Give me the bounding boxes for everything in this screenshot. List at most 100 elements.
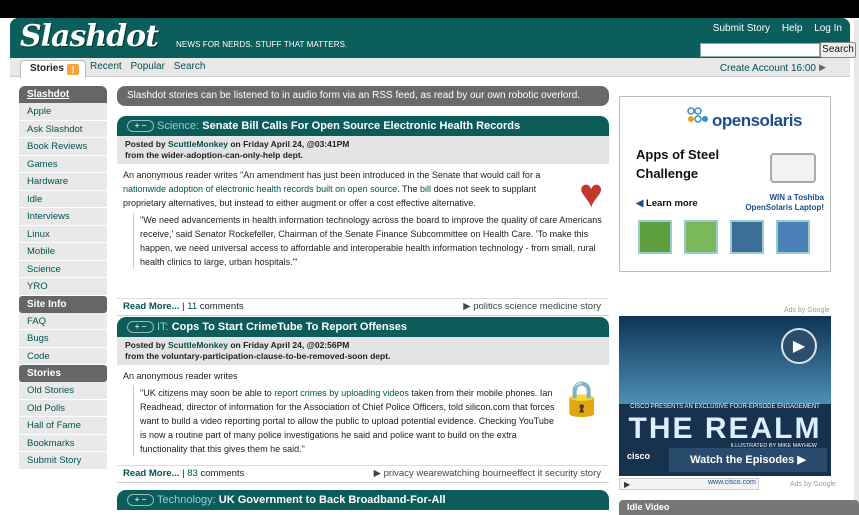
sidebar-item-old-polls[interactable]: Old Polls: [19, 399, 107, 417]
sidebar-link[interactable]: Games: [27, 159, 58, 170]
play-arrow-icon[interactable]: ▶: [819, 62, 826, 73]
ad-url[interactable]: www.cisco.com: [708, 479, 756, 486]
sidebar-item-games[interactable]: Games: [19, 155, 107, 173]
tab-stories[interactable]: Stories): [20, 60, 86, 78]
sidebar-item-idle[interactable]: Idle: [19, 190, 107, 208]
nav-search-link[interactable]: Search: [174, 61, 206, 72]
sidebar-link[interactable]: Mobile: [27, 246, 55, 257]
sidebar-link[interactable]: YRO: [27, 281, 48, 292]
read-more-link[interactable]: Read More...: [123, 468, 180, 479]
idle-video-panel[interactable]: Idle Video: [619, 500, 859, 515]
sidebar-item-interviews[interactable]: Interviews: [19, 208, 107, 226]
learn-more-link[interactable]: ◀ Learn more: [636, 198, 698, 209]
opensolaris-ad[interactable]: opensolaris Apps of Steel Challenge ◀ Le…: [619, 96, 831, 272]
story-topic[interactable]: Technology:: [157, 494, 216, 506]
story-details: Posted by ScuttleMonkey on Friday April …: [117, 136, 609, 164]
rss-icon[interactable]: ): [67, 64, 79, 75]
tag-arrow-icon[interactable]: ▶: [374, 468, 381, 479]
sidebar-item-bugs[interactable]: Bugs: [19, 330, 107, 348]
sidebar-link[interactable]: Old Stories: [27, 385, 74, 396]
sidebar-link[interactable]: Bugs: [27, 333, 49, 344]
sidebar-item-code[interactable]: Code: [19, 347, 107, 365]
read-more-link[interactable]: Read More...: [123, 301, 180, 312]
sidebar-item-faq[interactable]: FAQ: [19, 312, 107, 330]
sidebar-link[interactable]: Ask Slashdot: [27, 124, 82, 135]
posted-date: on Friday April 24, @03:41PM: [228, 139, 350, 149]
clock-link[interactable]: 16:00: [791, 63, 816, 74]
story-tags: ▶ privacy wearewatching bourneeffect it …: [374, 466, 601, 482]
sidebar-item-science[interactable]: Science: [19, 260, 107, 278]
sidebar-item-ask-slashdot[interactable]: Ask Slashdot: [19, 120, 107, 138]
story-title[interactable]: UK Government to Back Broadband-For-All: [219, 494, 446, 506]
comments-count-link[interactable]: 11: [187, 301, 197, 312]
story-title-bar: + − Technology: UK Government to Back Bro…: [117, 490, 609, 510]
sidebar-item-mobile[interactable]: Mobile: [19, 243, 107, 261]
create-account-link[interactable]: Create Account: [720, 63, 788, 74]
story-title[interactable]: Senate Bill Calls For Open Source Electr…: [202, 120, 520, 132]
sidebar-item-submit-story[interactable]: Submit Story: [19, 452, 107, 470]
ad-win-text: WIN a Toshiba OpenSolaris Laptop!: [745, 193, 824, 212]
padlock-icon: 🔒: [560, 380, 603, 418]
story-1: + − Science: Senate Bill Calls For Open S…: [117, 116, 609, 316]
sidebar-link[interactable]: FAQ: [27, 316, 46, 327]
video-play-icon[interactable]: ▶: [624, 480, 630, 489]
story-dept: from the wider-adoption-can-only-help de…: [125, 150, 304, 160]
sidebar-link[interactable]: Apple: [27, 106, 51, 117]
sidebar-link[interactable]: Submit Story: [27, 455, 81, 466]
story-author[interactable]: ScuttleMonkey: [168, 340, 228, 350]
arrow-left-icon: ◀: [636, 198, 644, 209]
submit-story-link[interactable]: Submit Story: [713, 23, 770, 34]
cisco-ad[interactable]: ▶ CISCO PRESENTS AN EXCLUSIVE FOUR-EPISO…: [619, 316, 831, 476]
rss-notice-link[interactable]: read by our own robotic overlord: [434, 90, 577, 101]
sidebar-item-hall-of-fame[interactable]: Hall of Fame: [19, 417, 107, 435]
sidebar-item-hardware[interactable]: Hardware: [19, 173, 107, 191]
rss-notice: Slashdot stories can be listened to in a…: [117, 86, 609, 106]
expand-collapse-icon[interactable]: + −: [127, 494, 154, 506]
sidebar-item-yro[interactable]: YRO: [19, 278, 107, 296]
site-logo[interactable]: Slashdot: [20, 19, 159, 54]
sidebar-link[interactable]: Code: [27, 351, 50, 362]
comments-count-link[interactable]: 83: [187, 468, 198, 479]
ads-by-google-label[interactable]: Ads by Google: [790, 481, 836, 488]
tab-stories-label: Stories: [30, 63, 64, 74]
sidebar-item-bookmarks[interactable]: Bookmarks: [19, 434, 107, 452]
sidebar-link[interactable]: Hall of Fame: [27, 420, 81, 431]
watch-episodes-button[interactable]: Watch the Episodes ▶: [669, 448, 827, 472]
sidebar-item-old-stories[interactable]: Old Stories: [19, 382, 107, 400]
play-video-icon[interactable]: ▶: [781, 328, 817, 364]
sidebar-link[interactable]: Bookmarks: [27, 438, 75, 449]
sidebar-heading-slashdot[interactable]: Slashdot: [19, 86, 107, 103]
search-input[interactable]: [700, 43, 820, 57]
scrollbar[interactable]: [854, 20, 859, 515]
story-topic[interactable]: Science:: [157, 120, 199, 132]
story-link[interactable]: report crimes by uploading videos: [274, 388, 409, 398]
nav-popular-link[interactable]: Popular: [130, 61, 164, 72]
sidebar-link[interactable]: Hardware: [27, 176, 68, 187]
story-author[interactable]: ScuttleMonkey: [168, 139, 228, 149]
tag-arrow-icon[interactable]: ▶: [463, 301, 470, 312]
story-title[interactable]: Cops To Start CrimeTube To Report Offens…: [172, 321, 407, 333]
bill-link[interactable]: bill: [420, 184, 431, 194]
story-topic[interactable]: IT:: [157, 321, 169, 333]
sidebar-link[interactable]: Interviews: [27, 211, 70, 222]
expand-collapse-icon[interactable]: + −: [127, 120, 154, 132]
sidebar-link[interactable]: Old Polls: [27, 403, 65, 414]
sidebar-link[interactable]: Linux: [27, 229, 50, 240]
sidebar-link[interactable]: Science: [27, 264, 61, 275]
ad-headline-2: Challenge: [636, 166, 699, 181]
site-header: Slashdot NEWS FOR NERDS. STUFF THAT MATT…: [10, 18, 856, 58]
login-link[interactable]: Log In: [814, 23, 842, 34]
nav-recent-link[interactable]: Recent: [90, 61, 122, 72]
expand-collapse-icon[interactable]: + −: [127, 321, 154, 333]
sidebar-heading-site-info: Site Info: [19, 295, 107, 313]
ads-by-google-label[interactable]: Ads by Google: [784, 307, 830, 314]
sidebar-link[interactable]: Book Reviews: [27, 141, 87, 152]
search-button[interactable]: Search: [820, 42, 856, 58]
sidebar-link[interactable]: Idle: [27, 194, 42, 205]
sidebar-item-book-reviews[interactable]: Book Reviews: [19, 138, 107, 156]
story-link[interactable]: nationwide adoption of electronic health…: [123, 184, 397, 194]
watch-episodes-label: Watch the Episodes: [690, 454, 795, 466]
sidebar-item-apple[interactable]: Apple: [19, 103, 107, 121]
sidebar-item-linux[interactable]: Linux: [19, 225, 107, 243]
help-link[interactable]: Help: [782, 23, 803, 34]
